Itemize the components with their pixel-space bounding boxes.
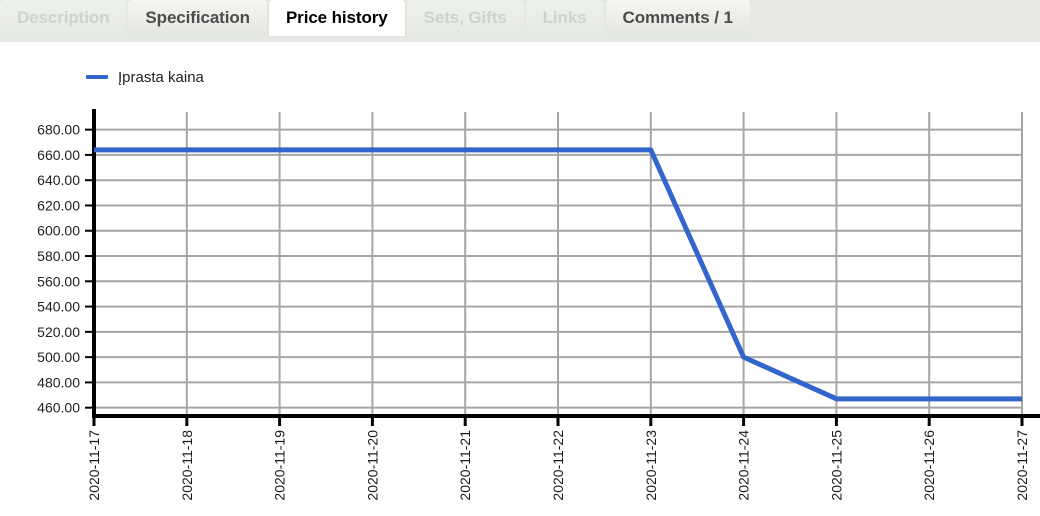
y-axis-tick-label: 600.00 — [37, 223, 80, 239]
y-axis-tick-label: 540.00 — [37, 299, 80, 315]
y-axis-tick-label: 480.00 — [37, 374, 80, 390]
y-axis-tick-label: 520.00 — [37, 324, 80, 340]
x-axis-tick-label: 2020-11-23 — [643, 430, 659, 501]
y-axis-tick-label: 640.00 — [37, 172, 80, 188]
tab-price-history[interactable]: Price history — [268, 0, 405, 36]
tab-label: Description — [17, 8, 110, 27]
x-axis-tick-label: 2020-11-19 — [272, 430, 288, 501]
vertical-gridlines — [93, 112, 1023, 416]
price-history-line-chart: 680.00 660.00 640.00 620.00 600.00 580.00 560.… — [37, 109, 1040, 501]
x-axis-tick-label: 2020-11-20 — [364, 430, 380, 501]
y-axis-tick-label: 580.00 — [37, 248, 80, 264]
tab-description[interactable]: Description — [0, 0, 127, 36]
tab-label: Price history — [285, 8, 388, 27]
price-history-chart-panel: Įprasta kaina 680.00 660.00 640.00 620.00 60… — [0, 42, 1040, 516]
tab-links[interactable]: Links — [525, 0, 604, 36]
tab-bar: Description Specification Price history Set… — [0, 0, 1040, 42]
tab-list: Description Specification Price history Set… — [0, 0, 750, 36]
x-axis-tick-label: 2020-11-21 — [457, 430, 473, 501]
y-axis-tick-label: 620.00 — [37, 197, 80, 213]
x-axis-tick-label: 2020-11-26 — [921, 430, 937, 501]
y-axis-tick-label: 660.00 — [37, 147, 80, 163]
tab-label: Specification — [145, 8, 250, 27]
chart-plot-area: 680.00 660.00 640.00 620.00 600.00 580.00 560.… — [0, 42, 1040, 516]
x-axis-tick-label: 2020-11-22 — [550, 430, 566, 501]
y-axis: 680.00 660.00 640.00 620.00 600.00 580.00 560.… — [37, 109, 96, 416]
tab-comments[interactable]: Comments / 1 — [605, 0, 750, 36]
tab-label: Links — [542, 8, 587, 27]
tab-sets-gifts[interactable]: Sets, Gifts — [406, 0, 524, 36]
tab-specification[interactable]: Specification — [128, 0, 267, 36]
y-axis-tick-label: 680.00 — [37, 122, 80, 138]
tab-label: Sets, Gifts — [423, 8, 507, 27]
y-axis-tick-label: 460.00 — [37, 400, 80, 416]
y-axis-tick-label: 500.00 — [37, 349, 80, 365]
x-axis-tick-label: 2020-11-27 — [1014, 430, 1030, 501]
y-axis-tick-label: 560.00 — [37, 273, 80, 289]
x-axis: 2020-11-17 2020-11-18 2020-11-19 2020-11-20… — [86, 414, 1040, 501]
x-axis-tick-label: 2020-11-18 — [179, 430, 195, 501]
x-axis-tick-label: 2020-11-17 — [86, 430, 102, 501]
x-axis-tick-label: 2020-11-25 — [828, 430, 844, 501]
tab-label: Comments / 1 — [622, 8, 733, 27]
x-axis-tick-label: 2020-11-24 — [736, 430, 752, 501]
